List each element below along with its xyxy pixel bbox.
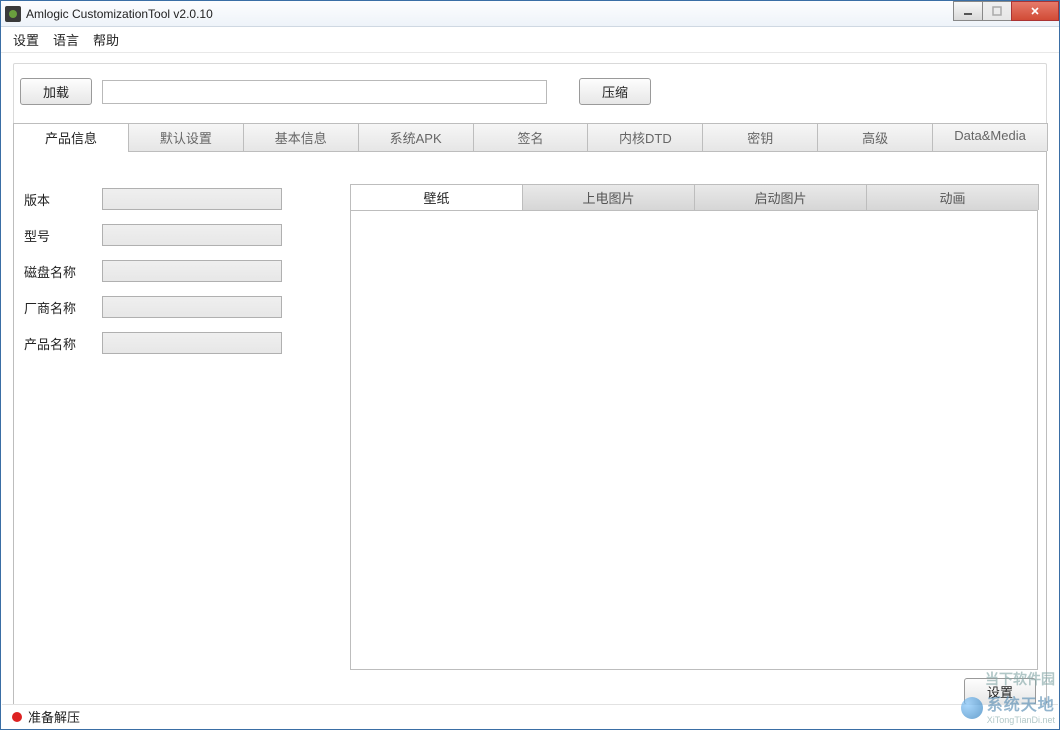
input-model[interactable] (102, 224, 282, 246)
status-text: 准备解压 (28, 707, 80, 726)
titlebar: Amlogic CustomizationTool v2.0.10 (1, 1, 1059, 27)
image-panel: 壁纸 上电图片 启动图片 动画 设置 (350, 184, 1038, 705)
app-window: Amlogic CustomizationTool v2.0.10 设置 语言 … (0, 0, 1060, 730)
product-info-form: 版本 型号 磁盘名称 厂商名称 产品名称 (24, 184, 314, 705)
toolbar: 加载 压缩 (20, 78, 1040, 105)
statusbar: 准备解压 (2, 704, 1058, 728)
label-disk-name: 磁盘名称 (24, 262, 102, 281)
menubar: 设置 语言 帮助 (1, 27, 1059, 53)
tab-system-apk[interactable]: 系统APK (358, 123, 474, 151)
input-vendor-name[interactable] (102, 296, 282, 318)
minimize-button[interactable] (953, 1, 983, 21)
path-input[interactable] (102, 80, 547, 104)
window-controls (954, 1, 1059, 21)
tab-keys[interactable]: 密钥 (702, 123, 818, 151)
window-title: Amlogic CustomizationTool v2.0.10 (26, 7, 213, 21)
input-version[interactable] (102, 188, 282, 210)
tab-data-media[interactable]: Data&Media (932, 123, 1048, 151)
client-area: 加载 压缩 产品信息 默认设置 基本信息 系统APK 签名 内核DTD 密钥 高… (1, 53, 1059, 714)
menu-language[interactable]: 语言 (53, 30, 79, 49)
label-model: 型号 (24, 226, 102, 245)
tab-basic-info[interactable]: 基本信息 (243, 123, 359, 151)
tab-body: 版本 型号 磁盘名称 厂商名称 产品名称 (13, 152, 1047, 714)
toolbar-panel: 加载 压缩 (13, 63, 1047, 123)
tab-product-info[interactable]: 产品信息 (13, 123, 129, 151)
inner-tab-animation[interactable]: 动画 (866, 184, 1039, 210)
tab-default-settings[interactable]: 默认设置 (128, 123, 244, 151)
settings-button[interactable]: 设置 (964, 678, 1036, 705)
preview-area (350, 210, 1038, 670)
main-tabstrip: 产品信息 默认设置 基本信息 系统APK 签名 内核DTD 密钥 高级 Data… (13, 123, 1047, 152)
label-version: 版本 (24, 190, 102, 209)
label-product-name: 产品名称 (24, 334, 102, 353)
tab-advanced[interactable]: 高级 (817, 123, 933, 151)
app-icon (5, 6, 21, 22)
maximize-button[interactable] (982, 1, 1012, 21)
close-button[interactable] (1011, 1, 1059, 21)
input-disk-name[interactable] (102, 260, 282, 282)
row-vendor-name: 厂商名称 (24, 296, 314, 318)
row-product-name: 产品名称 (24, 332, 314, 354)
inner-tab-boot-image[interactable]: 启动图片 (694, 184, 867, 210)
tab-signature[interactable]: 签名 (473, 123, 589, 151)
label-vendor-name: 厂商名称 (24, 298, 102, 317)
load-button[interactable]: 加载 (20, 78, 92, 105)
row-version: 版本 (24, 188, 314, 210)
inner-tabstrip: 壁纸 上电图片 启动图片 动画 (350, 184, 1038, 210)
settings-button-row: 设置 (350, 670, 1038, 705)
status-indicator-icon (12, 712, 22, 722)
row-disk-name: 磁盘名称 (24, 260, 314, 282)
input-product-name[interactable] (102, 332, 282, 354)
compress-button[interactable]: 压缩 (579, 78, 651, 105)
inner-tab-wallpaper[interactable]: 壁纸 (350, 184, 523, 210)
menu-settings[interactable]: 设置 (13, 30, 39, 49)
inner-tab-poweron-image[interactable]: 上电图片 (522, 184, 695, 210)
menu-help[interactable]: 帮助 (93, 30, 119, 49)
tab-kernel-dtd[interactable]: 内核DTD (587, 123, 703, 151)
row-model: 型号 (24, 224, 314, 246)
